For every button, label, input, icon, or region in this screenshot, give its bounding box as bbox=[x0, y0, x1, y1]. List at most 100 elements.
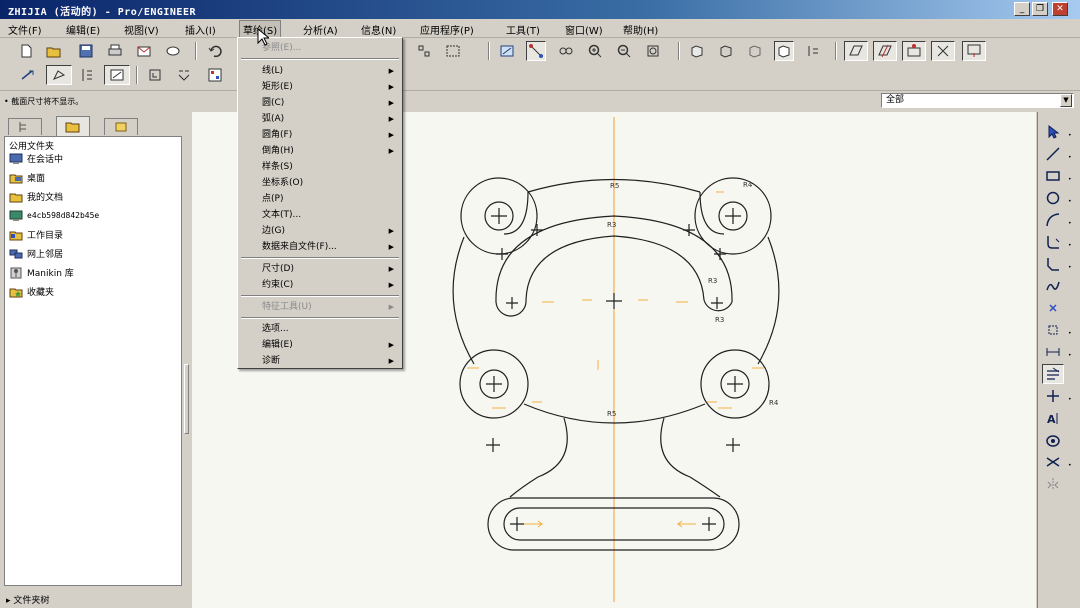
menu-item-diagnostics[interactable]: 诊断 ▶ bbox=[240, 353, 400, 369]
more-options-dot[interactable]: • bbox=[1068, 132, 1074, 139]
menu-item-feature-tools[interactable]: 特征工具(U) ▶ bbox=[240, 299, 400, 315]
nav-item-computer[interactable]: e4cb598d842b45e bbox=[9, 207, 99, 224]
sash-grip[interactable] bbox=[184, 364, 189, 434]
datum-csys-icon[interactable] bbox=[931, 41, 955, 61]
folder-browser-tab[interactable] bbox=[56, 116, 90, 136]
send-mail-icon[interactable] bbox=[134, 41, 154, 61]
sketch-view-icon[interactable] bbox=[104, 65, 130, 85]
save-icon[interactable] bbox=[76, 41, 96, 61]
menu-analysis[interactable]: 分析(A) bbox=[303, 22, 338, 37]
datum-axis-icon[interactable] bbox=[873, 41, 897, 61]
nav-item-session[interactable]: 在会话中 bbox=[9, 150, 63, 167]
nav-item-documents[interactable]: 我的文档 bbox=[9, 188, 63, 205]
menu-item-edge[interactable]: 边(G) ▶ bbox=[240, 223, 400, 239]
dimension-display-icon[interactable] bbox=[526, 41, 546, 61]
constraint-tool-icon[interactable] bbox=[1042, 386, 1064, 406]
zoom-in-icon[interactable] bbox=[585, 41, 605, 61]
sketch-setup-icon[interactable] bbox=[18, 65, 38, 85]
use-edge-icon[interactable] bbox=[1042, 320, 1064, 340]
nav-item-working-dir[interactable]: 工作目录 bbox=[9, 226, 63, 243]
spin-center-icon[interactable] bbox=[962, 41, 986, 61]
nav-item-favorites[interactable]: 收藏夹 bbox=[9, 283, 54, 300]
point-tool-icon[interactable] bbox=[1042, 298, 1064, 318]
menu-item-constraint[interactable]: 约束(C) ▶ bbox=[240, 277, 400, 293]
menu-file[interactable]: 文件(F) bbox=[8, 22, 42, 37]
menu-insert[interactable]: 插入(I) bbox=[185, 22, 216, 37]
datum-icon[interactable] bbox=[803, 41, 823, 61]
nav-item-manikin[interactable]: Manikin 库 bbox=[9, 264, 74, 281]
menu-item-chamfer[interactable]: 倒角(H) ▶ bbox=[240, 143, 400, 159]
datum-plane-icon[interactable] bbox=[844, 41, 868, 61]
wireframe-icon[interactable] bbox=[774, 41, 794, 61]
more-options-dot[interactable]: • bbox=[1068, 264, 1074, 271]
more-options-dot[interactable]: • bbox=[1068, 352, 1074, 359]
new-file-icon[interactable] bbox=[16, 41, 36, 61]
model-tree-tab[interactable] bbox=[8, 118, 42, 135]
dimension-tool-icon[interactable] bbox=[1042, 342, 1064, 362]
text-tool-icon[interactable]: A bbox=[1042, 408, 1064, 428]
minimize-button[interactable]: _ bbox=[1014, 2, 1030, 16]
zoom-out-icon[interactable] bbox=[614, 41, 634, 61]
open-folder-icon[interactable] bbox=[44, 41, 64, 61]
menu-item-dimension[interactable]: 尺寸(D) ▶ bbox=[240, 261, 400, 277]
more-options-dot[interactable]: • bbox=[1068, 198, 1074, 205]
chevron-down-icon[interactable]: ▼ bbox=[1060, 94, 1072, 107]
chamfer-tool-icon[interactable] bbox=[1042, 254, 1064, 274]
box-select-icon[interactable] bbox=[443, 41, 463, 61]
select-mode-icon[interactable] bbox=[414, 41, 434, 61]
menu-item-edit[interactable]: 编辑(E) ▶ bbox=[240, 337, 400, 353]
favorites-tab[interactable] bbox=[104, 118, 138, 135]
select-arrow-icon[interactable] bbox=[1042, 122, 1064, 142]
intent-manager-icon[interactable] bbox=[145, 65, 165, 85]
palette-tool-icon[interactable] bbox=[1042, 430, 1064, 450]
menu-edit[interactable]: 编辑(E) bbox=[66, 22, 100, 37]
no-hidden-icon[interactable] bbox=[745, 41, 765, 61]
menu-item-line[interactable]: 线(L) ▶ bbox=[240, 63, 400, 79]
restore-button[interactable]: ❐ bbox=[1032, 2, 1048, 16]
menu-item-text[interactable]: 文本(T)... bbox=[240, 207, 400, 223]
more-options-dot[interactable]: • bbox=[1068, 154, 1074, 161]
copy-icon[interactable] bbox=[163, 41, 183, 61]
more-options-dot[interactable]: • bbox=[1068, 462, 1074, 469]
sketch-diagnostic-icon[interactable] bbox=[174, 65, 194, 85]
more-options-dot[interactable]: • bbox=[1068, 242, 1074, 249]
nav-item-network[interactable]: 网上邻居 bbox=[9, 245, 63, 262]
line-tool-icon[interactable] bbox=[1042, 144, 1064, 164]
folder-tree-toggle[interactable]: ▸ 文件夹树 bbox=[0, 590, 190, 608]
arc-tool-icon[interactable] bbox=[1042, 210, 1064, 230]
menu-tools[interactable]: 工具(T) bbox=[506, 22, 540, 37]
menu-item-point[interactable]: 点(P) bbox=[240, 191, 400, 207]
fillet-tool-icon[interactable] bbox=[1042, 232, 1064, 252]
nav-item-desktop[interactable]: 桌面 bbox=[9, 169, 45, 186]
refit-icon[interactable] bbox=[643, 41, 663, 61]
spline-tool-icon[interactable] bbox=[1042, 276, 1064, 296]
menu-item-fillet[interactable]: 圆角(F) ▶ bbox=[240, 127, 400, 143]
navigator-sash[interactable] bbox=[182, 112, 190, 608]
more-options-dot[interactable]: • bbox=[1068, 396, 1074, 403]
sketch-orient-icon[interactable] bbox=[46, 65, 72, 85]
constraint-display-icon[interactable] bbox=[556, 41, 576, 61]
menu-item-data-from-file[interactable]: 数据来自文件(F)... ▶ bbox=[240, 239, 400, 255]
hidden-line-icon[interactable] bbox=[716, 41, 736, 61]
more-options-dot[interactable]: • bbox=[1068, 176, 1074, 183]
palette-icon[interactable] bbox=[205, 65, 225, 85]
menu-view[interactable]: 视图(V) bbox=[124, 22, 159, 37]
menu-item-arc[interactable]: 弧(A) ▶ bbox=[240, 111, 400, 127]
menu-item-rectangle[interactable]: 矩形(E) ▶ bbox=[240, 79, 400, 95]
menu-help[interactable]: 帮助(H) bbox=[623, 22, 658, 37]
mirror-tool-icon[interactable] bbox=[1042, 474, 1064, 494]
rectangle-tool-icon[interactable] bbox=[1042, 166, 1064, 186]
menu-window[interactable]: 窗口(W) bbox=[565, 22, 603, 37]
modify-tool-icon[interactable] bbox=[1042, 364, 1064, 384]
trim-tool-icon[interactable] bbox=[1042, 452, 1064, 472]
references-icon[interactable] bbox=[77, 65, 97, 85]
sketch-display-icon[interactable] bbox=[497, 41, 517, 61]
menu-item-options[interactable]: 选项... bbox=[240, 321, 400, 337]
print-icon[interactable] bbox=[105, 41, 125, 61]
undo-icon[interactable] bbox=[205, 41, 225, 61]
more-options-dot[interactable]: • bbox=[1068, 220, 1074, 227]
datum-point-icon[interactable] bbox=[902, 41, 926, 61]
selection-filter-dropdown[interactable]: 全部 ▼ bbox=[881, 93, 1074, 108]
close-button[interactable]: ✕ bbox=[1052, 2, 1068, 16]
more-options-dot[interactable]: • bbox=[1068, 330, 1074, 337]
